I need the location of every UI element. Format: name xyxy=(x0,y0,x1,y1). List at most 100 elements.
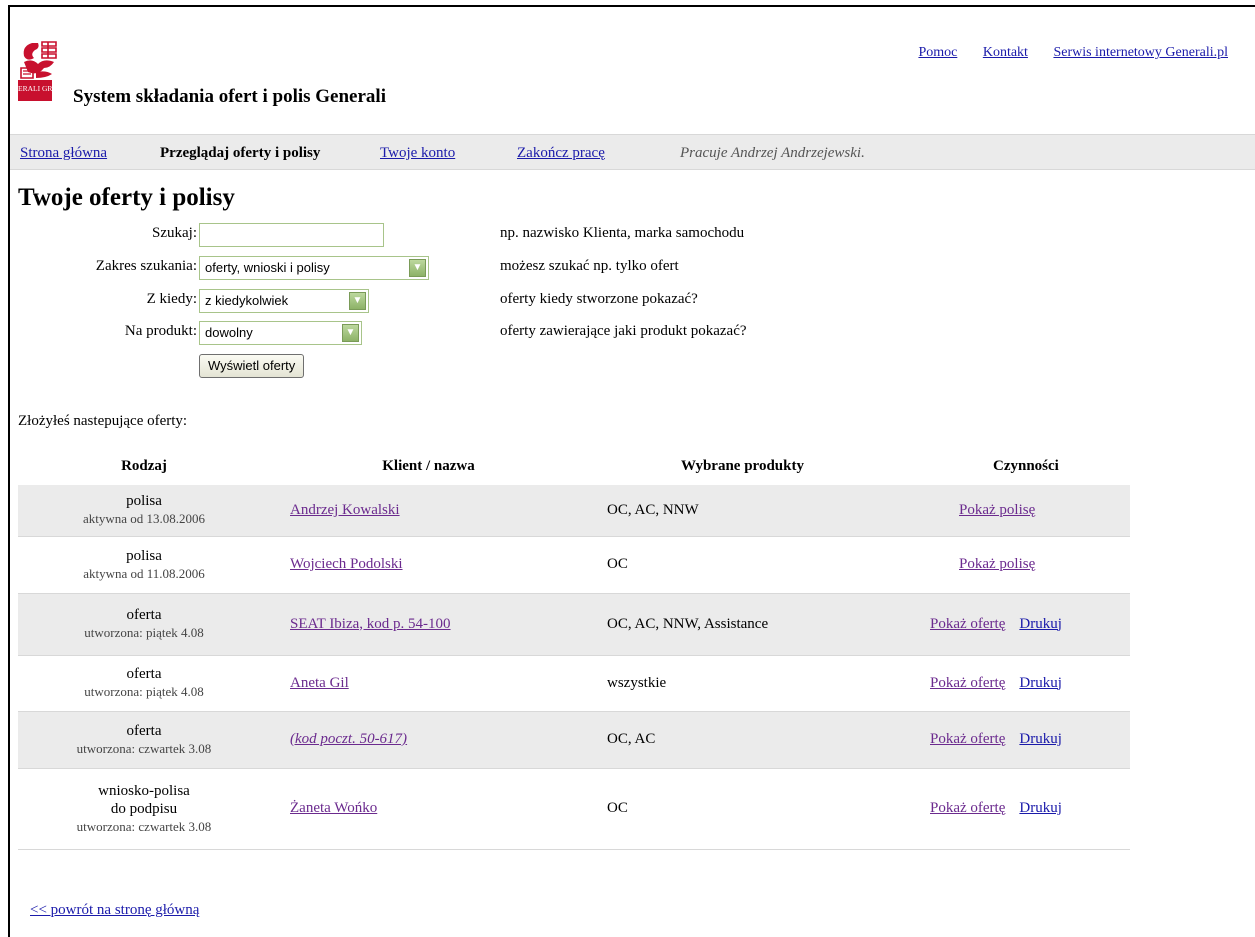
client-cell: SEAT Ibiza, kod p. 54-100 xyxy=(270,593,587,656)
show-offer-link[interactable]: Pokaż ofertę xyxy=(930,800,1005,816)
show-offer-link[interactable]: Pokaż ofertę xyxy=(930,675,1005,691)
type-cell: oferta utworzona: piątek 4.08 xyxy=(18,655,270,712)
page-title: Twoje oferty i polisy xyxy=(18,184,235,211)
product-row: Na produkt: dowolny ▼ oferty zawierające… xyxy=(0,321,1255,345)
table-row: polisa aktywna od 13.08.2006 Andrzej Kow… xyxy=(18,485,1130,537)
generali-site-link[interactable]: Serwis internetowy Generali.pl xyxy=(1053,45,1228,60)
print-link[interactable]: Drukuj xyxy=(1019,616,1062,632)
table-row: oferta utworzona: piątek 4.08 Aneta Gil … xyxy=(18,655,1130,712)
actions-cell: Pokaż polisę xyxy=(898,536,1130,594)
table-row: oferta utworzona: czwartek 3.08 (kod poc… xyxy=(18,711,1130,769)
help-link[interactable]: Pomoc xyxy=(918,45,957,60)
results-intro: Złożyłeś nastepujące oferty: xyxy=(18,413,188,429)
doc-type: polisa xyxy=(126,547,162,564)
doc-date: utworzona: piątek 4.08 xyxy=(84,625,204,640)
chevron-down-icon[interactable]: ▼ xyxy=(342,324,359,342)
doc-date: utworzona: piątek 4.08 xyxy=(84,684,204,699)
type-cell: wniosko-polisa do podpisu utworzona: czw… xyxy=(18,768,270,850)
show-policy-link[interactable]: Pokaż polisę xyxy=(959,556,1035,572)
contact-link[interactable]: Kontakt xyxy=(983,45,1028,60)
search-input[interactable] xyxy=(199,223,384,247)
print-link[interactable]: Drukuj xyxy=(1019,800,1062,816)
show-offer-link[interactable]: Pokaż ofertę xyxy=(930,731,1005,747)
client-link[interactable]: Żaneta Wońko xyxy=(290,800,377,816)
product-selected-value: dowolny xyxy=(205,325,253,340)
table-row: wniosko-polisa do podpisu utworzona: czw… xyxy=(18,768,1130,850)
actions-cell: Pokaż ofertę Drukuj xyxy=(898,655,1130,712)
doc-date: utworzona: czwartek 3.08 xyxy=(76,818,212,834)
doc-type: oferta xyxy=(126,607,162,623)
scope-selected-value: oferty, wnioski i polisy xyxy=(205,260,330,275)
show-offers-button[interactable]: Wyświetl oferty xyxy=(199,354,305,378)
show-policy-link[interactable]: Pokaż polisę xyxy=(959,502,1035,518)
header-type: Rodzaj xyxy=(121,458,167,474)
nav-current-browse: Przeglądaj oferty i polisy xyxy=(160,145,321,161)
when-select[interactable]: z kiedykolwiek ▼ xyxy=(199,289,369,313)
client-link[interactable]: (kod poczt. 50-617) xyxy=(290,731,407,747)
type-cell: polisa aktywna od 11.08.2006 xyxy=(18,536,270,594)
client-cell: Aneta Gil xyxy=(270,655,587,712)
header-products: Wybrane produkty xyxy=(681,457,804,474)
client-cell: Wojciech Podolski xyxy=(270,536,587,594)
doc-type: oferta xyxy=(126,722,162,739)
client-link[interactable]: Aneta Gil xyxy=(290,675,349,691)
when-label: Z kiedy: xyxy=(146,291,197,307)
doc-type: polisa xyxy=(126,493,162,510)
logo-text: GENERALI GROUP xyxy=(18,84,67,93)
when-selected-value: z kiedykolwiek xyxy=(205,293,289,308)
products-cell: wszystkie xyxy=(587,655,898,712)
logged-user-info: Pracuje Andrzej Andrzejewski. xyxy=(680,145,865,161)
client-link[interactable]: Wojciech Podolski xyxy=(290,556,403,572)
chevron-down-icon[interactable]: ▼ xyxy=(349,292,366,310)
scope-select[interactable]: oferty, wnioski i polisy ▼ xyxy=(199,256,429,280)
product-select[interactable]: dowolny ▼ xyxy=(199,321,362,345)
type-cell: polisa aktywna od 13.08.2006 xyxy=(18,485,270,537)
actions-cell: Pokaż ofertę Drukuj xyxy=(898,711,1130,769)
product-label: Na produkt: xyxy=(124,323,197,339)
doc-type: wniosko-polisa xyxy=(98,782,190,799)
nav-account-link[interactable]: Twoje konto xyxy=(380,135,455,171)
back-to-home-link[interactable]: << powrót na stronę główną xyxy=(30,902,199,919)
show-offer-link[interactable]: Pokaż ofertę xyxy=(930,616,1005,632)
type-cell: oferta utworzona: piątek 4.08 xyxy=(18,593,270,656)
doc-date: utworzona: czwartek 3.08 xyxy=(76,740,212,756)
products-cell: OC, AC, NNW xyxy=(587,485,898,537)
nav-logout-link[interactable]: Zakończ pracę xyxy=(517,135,605,171)
doc-date: aktywna od 13.08.2006 xyxy=(82,511,206,527)
print-link[interactable]: Drukuj xyxy=(1019,731,1062,747)
products-cell: OC, AC xyxy=(587,711,898,769)
scope-label: Zakres szukania: xyxy=(95,258,197,274)
actions-cell: Pokaż polisę xyxy=(898,485,1130,537)
top-links: Pomoc Kontakt Serwis internetowy General… xyxy=(896,45,1228,61)
header-client: Klient / nazwa xyxy=(382,457,475,474)
client-link[interactable]: Andrzej Kowalski xyxy=(290,502,400,518)
main-nav: Strona główna Przeglądaj oferty i polisy… xyxy=(10,134,1255,170)
search-hint: np. nazwisko Klienta, marka samochodu xyxy=(500,225,745,241)
doc-date: aktywna od 11.08.2006 xyxy=(83,565,205,581)
products-cell: OC xyxy=(587,768,898,850)
header-actions: Czynności xyxy=(993,457,1059,474)
product-hint: oferty zawierające jaki produkt pokazać? xyxy=(500,323,747,339)
nav-home-link[interactable]: Strona główna xyxy=(20,135,107,171)
search-row: Szukaj: np. nazwisko Klienta, marka samo… xyxy=(0,223,1255,247)
chevron-down-icon[interactable]: ▼ xyxy=(409,259,426,277)
when-row: Z kiedy: z kiedykolwiek ▼ oferty kiedy s… xyxy=(0,289,1255,313)
products-cell: OC, AC, NNW, Assistance xyxy=(587,593,898,656)
doc-status: do podpisu xyxy=(110,800,178,817)
offers-table: Rodzaj Klient / nazwa Wybrane produkty C… xyxy=(18,447,1130,850)
type-cell: oferta utworzona: czwartek 3.08 xyxy=(18,711,270,769)
actions-cell: Pokaż ofertę Drukuj xyxy=(898,593,1130,656)
generali-logo: GENERALI GROUP xyxy=(18,41,67,101)
client-cell: (kod poczt. 50-617) xyxy=(270,711,587,769)
actions-cell: Pokaż ofertę Drukuj xyxy=(898,768,1130,850)
products-cell: OC xyxy=(587,536,898,594)
client-cell: Andrzej Kowalski xyxy=(270,485,587,537)
client-cell: Żaneta Wońko xyxy=(270,768,587,850)
client-link[interactable]: SEAT Ibiza, kod p. 54-100 xyxy=(290,616,451,632)
print-link[interactable]: Drukuj xyxy=(1019,675,1062,691)
table-header-row: Rodzaj Klient / nazwa Wybrane produkty C… xyxy=(18,447,1130,485)
scope-hint: możesz szukać np. tylko ofert xyxy=(500,258,679,274)
table-row: polisa aktywna od 11.08.2006 Wojciech Po… xyxy=(18,536,1130,594)
doc-type: oferta xyxy=(126,666,162,682)
scope-row: Zakres szukania: oferty, wnioski i polis… xyxy=(0,256,1255,280)
